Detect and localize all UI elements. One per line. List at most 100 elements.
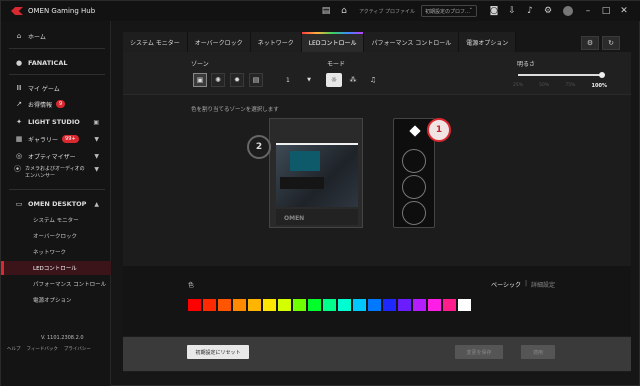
gear-icon[interactable]: ⚙ xyxy=(539,1,557,21)
sidebar-item-deals[interactable]: ↗ お得情報 9 xyxy=(1,97,111,111)
pc-side-view[interactable]: OMEN xyxy=(269,118,363,228)
sidebar-item-optimizer[interactable]: ◎ オプティマイザー ▼ xyxy=(1,149,111,163)
zone-save-button[interactable]: ▤ xyxy=(249,73,263,87)
mode-advanced-link[interactable]: 詳細設定 xyxy=(531,280,555,289)
mode-breathing-button[interactable]: ⁂ xyxy=(345,73,361,87)
chevron-down-icon[interactable]: ▼ xyxy=(94,166,99,173)
sidebar-item-my-game[interactable]: Ⅲ マイ ゲーム xyxy=(1,81,111,95)
active-profile-label: アクティブ プロファイル xyxy=(358,8,415,15)
color-swatch[interactable] xyxy=(383,299,396,311)
optimizer-icon: ◎ xyxy=(15,152,23,160)
apply-button[interactable]: 適用 xyxy=(521,345,555,359)
mode-static-button[interactable]: ☼ xyxy=(326,73,342,87)
brightness-slider-knob[interactable] xyxy=(599,72,605,78)
color-swatch[interactable] xyxy=(218,299,231,311)
mode-basic-link[interactable]: ベーシック xyxy=(491,280,521,289)
color-swatch[interactable] xyxy=(188,299,201,311)
help-link[interactable]: ヘルプ xyxy=(7,346,21,352)
profile-select[interactable]: 初期設定のプロフ… xyxy=(421,5,477,17)
reset-defaults-button[interactable]: 初期設定にリセット xyxy=(187,345,249,359)
color-swatch[interactable] xyxy=(233,299,246,311)
tab-overclock[interactable]: オーバークロック xyxy=(187,32,251,52)
tab-led-control[interactable]: LEDコントロール xyxy=(301,32,365,52)
home-icon: ⌂ xyxy=(16,32,22,40)
divider xyxy=(9,74,105,75)
zone-label: ゾーン xyxy=(191,61,209,68)
zone-count-select[interactable]: 1 xyxy=(280,74,314,86)
color-swatch[interactable] xyxy=(413,299,426,311)
color-swatch-row xyxy=(188,299,471,311)
sidebar-item-camera-audio[interactable]: ⦿ カメラおよびオーディオのエンハンサー ▼ xyxy=(1,166,111,184)
sidebar-subitem-led-control[interactable]: LEDコントロール xyxy=(1,261,111,275)
chevron-up-icon[interactable]: ▲ xyxy=(94,201,99,208)
sidebar-subitem-overclock[interactable]: オーバークロック xyxy=(1,229,111,243)
color-swatch[interactable] xyxy=(428,299,441,311)
chart-icon: ↗ xyxy=(16,100,22,108)
zone-single-button[interactable]: ▣ xyxy=(193,73,207,87)
save-changes-button[interactable]: 変更を保存 xyxy=(455,345,503,359)
case-logo: OMEN xyxy=(284,215,305,222)
color-swatch[interactable] xyxy=(338,299,351,311)
color-swatch[interactable] xyxy=(293,299,306,311)
brightness-slider[interactable] xyxy=(518,74,602,76)
front-fan-3[interactable] xyxy=(402,201,426,225)
omen-diamond-icon[interactable] xyxy=(409,125,421,137)
news-icon[interactable]: ▤ xyxy=(317,1,335,21)
light-studio-action-icon[interactable]: ▣ xyxy=(93,119,99,126)
color-swatch[interactable] xyxy=(308,299,321,311)
bell-icon[interactable]: ♪ xyxy=(521,1,539,21)
color-swatch[interactable] xyxy=(353,299,366,311)
feedback-link[interactable]: フィードバック xyxy=(27,346,58,352)
tab-bar: システム モニター オーバークロック ネットワーク LEDコントロール パフォー… xyxy=(123,32,517,52)
color-swatch[interactable] xyxy=(368,299,381,311)
sidebar-item-omen-desktop[interactable]: ▭ OMEN DESKTOP ▲ xyxy=(1,197,111,211)
settings-icon[interactable]: ⚙ xyxy=(581,36,599,50)
download-icon[interactable]: ⇩ xyxy=(503,1,521,21)
color-swatch[interactable] xyxy=(278,299,291,311)
tab-performance[interactable]: パフォーマンス コントロール xyxy=(364,32,460,52)
sidebar-subitem-power[interactable]: 電源オプション xyxy=(1,293,111,307)
fanatical-icon: ● xyxy=(15,59,23,67)
maximize-icon[interactable]: □ xyxy=(597,1,615,21)
chevron-down-icon[interactable]: ▼ xyxy=(94,153,99,160)
sidebar-subitem-performance[interactable]: パフォーマンス コントロール xyxy=(1,277,111,291)
tab-network[interactable]: ネットワーク xyxy=(250,32,302,52)
zone-marker-2[interactable]: 2 xyxy=(247,135,271,159)
light-studio-icon: ✦ xyxy=(16,118,22,126)
user-icon[interactable] xyxy=(563,6,573,16)
version-label: V. 1101.2308.2.0 xyxy=(41,335,84,341)
color-swatch[interactable] xyxy=(398,299,411,311)
sidebar-subitem-system-monitor[interactable]: システム モニター xyxy=(1,213,111,227)
chevron-down-icon[interactable]: ▼ xyxy=(94,136,99,143)
close-icon[interactable]: ✕ xyxy=(615,1,633,21)
gamepad-icon[interactable]: ◙ xyxy=(485,1,503,21)
tab-system-monitor[interactable]: システム モニター xyxy=(123,32,188,52)
sync-icon[interactable]: ↻ xyxy=(602,36,620,50)
home-icon[interactable]: ⌂ xyxy=(335,1,353,21)
sidebar-item-gallery[interactable]: ▦ ギャラリー 99+ ▼ xyxy=(1,132,111,146)
zone-marker-1[interactable]: 1 xyxy=(427,118,451,142)
mode-audio-button[interactable]: ♫ xyxy=(365,73,381,87)
privacy-link[interactable]: プライバシー xyxy=(64,346,91,352)
sidebar-item-label: オプティマイザー xyxy=(28,153,76,161)
desktop-icon: ▭ xyxy=(15,200,23,208)
front-fan-2[interactable] xyxy=(402,175,426,199)
sidebar-item-fanatical[interactable]: ● FANATICAL xyxy=(1,56,111,70)
brightness-label: 明るさ xyxy=(517,61,536,68)
zone-color-button[interactable]: ✹ xyxy=(230,73,244,87)
color-swatch[interactable] xyxy=(203,299,216,311)
color-swatch[interactable] xyxy=(263,299,276,311)
front-fan-1[interactable] xyxy=(402,149,426,173)
zone-rainbow-button[interactable]: ✺ xyxy=(211,73,225,87)
color-swatch[interactable] xyxy=(248,299,261,311)
sidebar-subitem-network[interactable]: ネットワーク xyxy=(1,245,111,259)
sidebar-item-label: ホーム xyxy=(28,33,46,41)
color-swatch[interactable] xyxy=(443,299,456,311)
color-swatch[interactable] xyxy=(323,299,336,311)
sidebar-item-home[interactable]: ⌂ ホーム xyxy=(1,29,111,43)
mode-separator: | xyxy=(524,280,527,287)
sidebar-item-light-studio[interactable]: ✦ LIGHT STUDIO ▣ xyxy=(1,115,111,129)
tab-power[interactable]: 電源オプション xyxy=(459,32,517,52)
color-swatch[interactable] xyxy=(458,299,471,311)
minimize-icon[interactable]: – xyxy=(579,1,597,21)
